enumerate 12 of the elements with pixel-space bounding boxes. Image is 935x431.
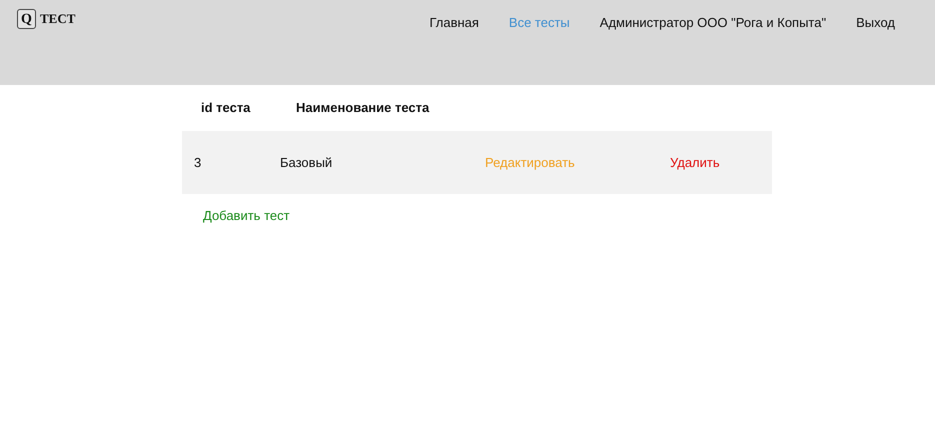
nav-link[interactable]: Главная (429, 9, 479, 36)
logo-mark: Q (17, 9, 36, 29)
table-cell: Базовый (280, 154, 332, 170)
nav-link[interactable]: Администратор ООО "Рога и Копыта" (600, 9, 826, 36)
column-header: Наименование теста (296, 99, 430, 118)
nav-link[interactable]: Все тесты (508, 9, 570, 36)
add-test-link[interactable]: Добавить тест (203, 208, 290, 223)
delete-link[interactable]: Удалить (670, 154, 720, 170)
logo-title: ТЕСТ (40, 10, 76, 28)
table-cell: 3 (194, 154, 202, 170)
nav-link[interactable]: Выход (856, 9, 895, 36)
column-header: id теста (201, 99, 252, 118)
